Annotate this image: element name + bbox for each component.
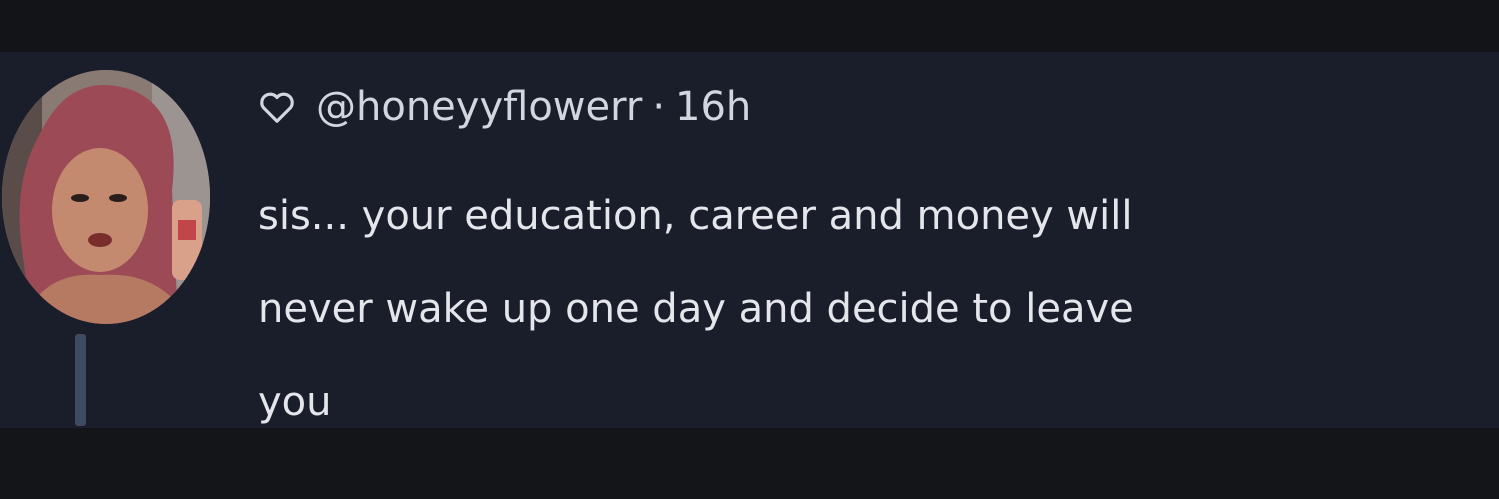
heart-outline-icon[interactable] xyxy=(258,88,296,126)
post-card[interactable]: @honeyyflowerr · 16h sis... your educati… xyxy=(0,52,1499,428)
avatar-photo xyxy=(2,70,210,324)
post-text: sis... your education, career and money … xyxy=(258,170,1488,449)
post-timestamp: 16h xyxy=(675,84,752,130)
bottom-background xyxy=(0,428,1499,499)
thread-connector-line xyxy=(75,334,86,426)
post-meta: @honeyyflowerr · 16h xyxy=(258,82,751,132)
top-background xyxy=(0,0,1499,52)
post-screenshot: @honeyyflowerr · 16h sis... your educati… xyxy=(0,0,1499,499)
author-handle[interactable]: @honeyyflowerr xyxy=(316,84,642,130)
avatar[interactable] xyxy=(2,70,210,324)
post-text-line: never wake up one day and decide to leav… xyxy=(258,286,1134,332)
meta-separator: · xyxy=(652,84,666,130)
post-text-line: sis... your education, career and money … xyxy=(258,193,1133,239)
